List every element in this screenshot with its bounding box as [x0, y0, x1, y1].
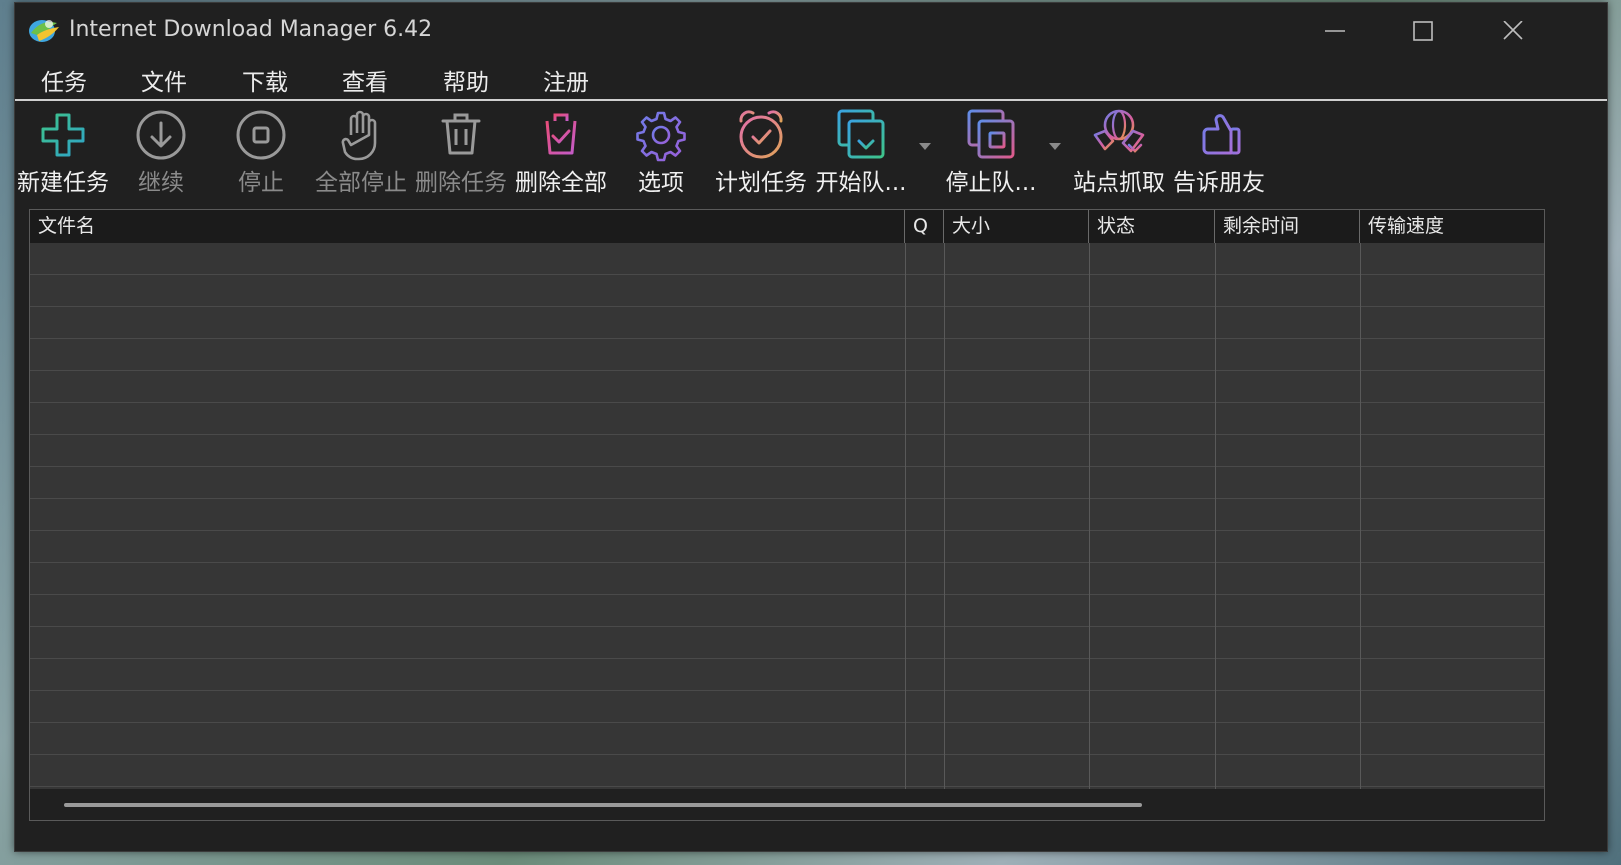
column-divider [1215, 243, 1216, 789]
empty-row [30, 467, 1544, 499]
empty-row [30, 563, 1544, 595]
minimize-button[interactable] [1305, 11, 1365, 51]
new-task-button[interactable]: 新建任务 [15, 101, 111, 207]
empty-row [30, 627, 1544, 659]
empty-row [30, 435, 1544, 467]
start-queue-dropdown-icon[interactable] [919, 143, 931, 150]
stop-all-button[interactable]: 全部停止 [311, 101, 411, 207]
list-header: 文件名 Q 大小 状态 剩余时间 传输速度 [30, 210, 1544, 243]
maximize-button[interactable] [1393, 11, 1453, 51]
toolbar: 新建任务 继续 停止 全部停止 删除任务 删除全部 选项 计划任务 开始队...… [15, 101, 1607, 207]
trash-check-icon [541, 113, 581, 155]
column-time-left[interactable]: 剩余时间 [1215, 210, 1360, 243]
idm-logo-icon [27, 15, 61, 45]
stop-queue-dropdown-icon[interactable] [1049, 143, 1061, 150]
stop-icon [236, 110, 286, 160]
column-divider [944, 243, 945, 789]
close-icon [1503, 21, 1523, 40]
column-queue[interactable]: Q [905, 210, 944, 243]
empty-row [30, 531, 1544, 563]
menu-help[interactable]: 帮助 [443, 63, 489, 97]
empty-row [30, 339, 1544, 371]
queue-start-icon [837, 109, 885, 159]
column-divider [1360, 243, 1361, 789]
close-button[interactable] [1483, 11, 1543, 51]
stop-queue-button[interactable]: 停止队... [941, 101, 1041, 207]
empty-row [30, 499, 1544, 531]
stop-button[interactable]: 停止 [211, 101, 311, 207]
idm-window: Internet Download Manager 6.42 任务 文件 下载 … [14, 2, 1608, 852]
site-grabber-icon [1093, 109, 1145, 153]
window-title: Internet Download Manager 6.42 [69, 17, 433, 42]
menu-downloads[interactable]: 下载 [242, 63, 288, 97]
column-size[interactable]: 大小 [944, 210, 1089, 243]
empty-row [30, 659, 1544, 691]
column-status[interactable]: 状态 [1089, 210, 1215, 243]
empty-row [30, 275, 1544, 307]
empty-row [30, 755, 1544, 787]
start-queue-button[interactable]: 开始队... [811, 101, 911, 207]
empty-row [30, 723, 1544, 755]
column-divider [1089, 243, 1090, 789]
empty-row [30, 243, 1544, 275]
title-bar[interactable]: Internet Download Manager 6.42 [15, 3, 1607, 59]
column-divider [905, 243, 906, 789]
resume-button[interactable]: 继续 [111, 101, 211, 207]
horizontal-scrollbar[interactable] [30, 789, 1544, 820]
plus-icon [41, 113, 85, 157]
menu-file[interactable]: 文件 [141, 63, 187, 97]
column-filename[interactable]: 文件名 [30, 210, 905, 243]
start-queue-label: 开始队... [815, 170, 907, 196]
menu-bar: 任务 文件 下载 查看 帮助 注册 [15, 59, 1607, 101]
download-list[interactable]: 文件名 Q 大小 状态 剩余时间 传输速度 [29, 209, 1545, 821]
tell-friend-button[interactable]: 告诉朋友 [1169, 101, 1269, 207]
empty-row [30, 403, 1544, 435]
empty-row [30, 307, 1544, 339]
scrollbar-thumb[interactable] [64, 803, 1142, 807]
thumbs-up-icon [1202, 114, 1241, 155]
queue-stop-icon [967, 109, 1015, 159]
gear-icon [636, 111, 686, 162]
hand-icon [341, 110, 377, 161]
empty-row [30, 595, 1544, 627]
delete-all-button[interactable]: 删除全部 [511, 101, 611, 207]
empty-row [30, 371, 1544, 403]
column-transfer-rate[interactable]: 传输速度 [1360, 210, 1544, 243]
delete-task-button[interactable]: 删除任务 [411, 101, 511, 207]
trash-icon [441, 113, 481, 155]
maximize-icon [1413, 21, 1433, 41]
options-button[interactable]: 选项 [611, 101, 711, 207]
tell-friend-label: 告诉朋友 [1173, 170, 1265, 196]
menu-register[interactable]: 注册 [543, 63, 589, 97]
site-grabber-button[interactable]: 站点抓取 [1069, 101, 1169, 207]
menu-tasks[interactable]: 任务 [41, 63, 87, 97]
minimize-icon [1325, 30, 1345, 32]
stop-queue-label: 停止队... [945, 170, 1037, 196]
empty-row [30, 691, 1544, 723]
menu-view[interactable]: 查看 [342, 63, 388, 97]
download-arrow-icon [136, 110, 186, 160]
scheduler-button[interactable]: 计划任务 [711, 101, 811, 207]
list-rows [30, 243, 1544, 789]
alarm-clock-icon [739, 110, 783, 159]
